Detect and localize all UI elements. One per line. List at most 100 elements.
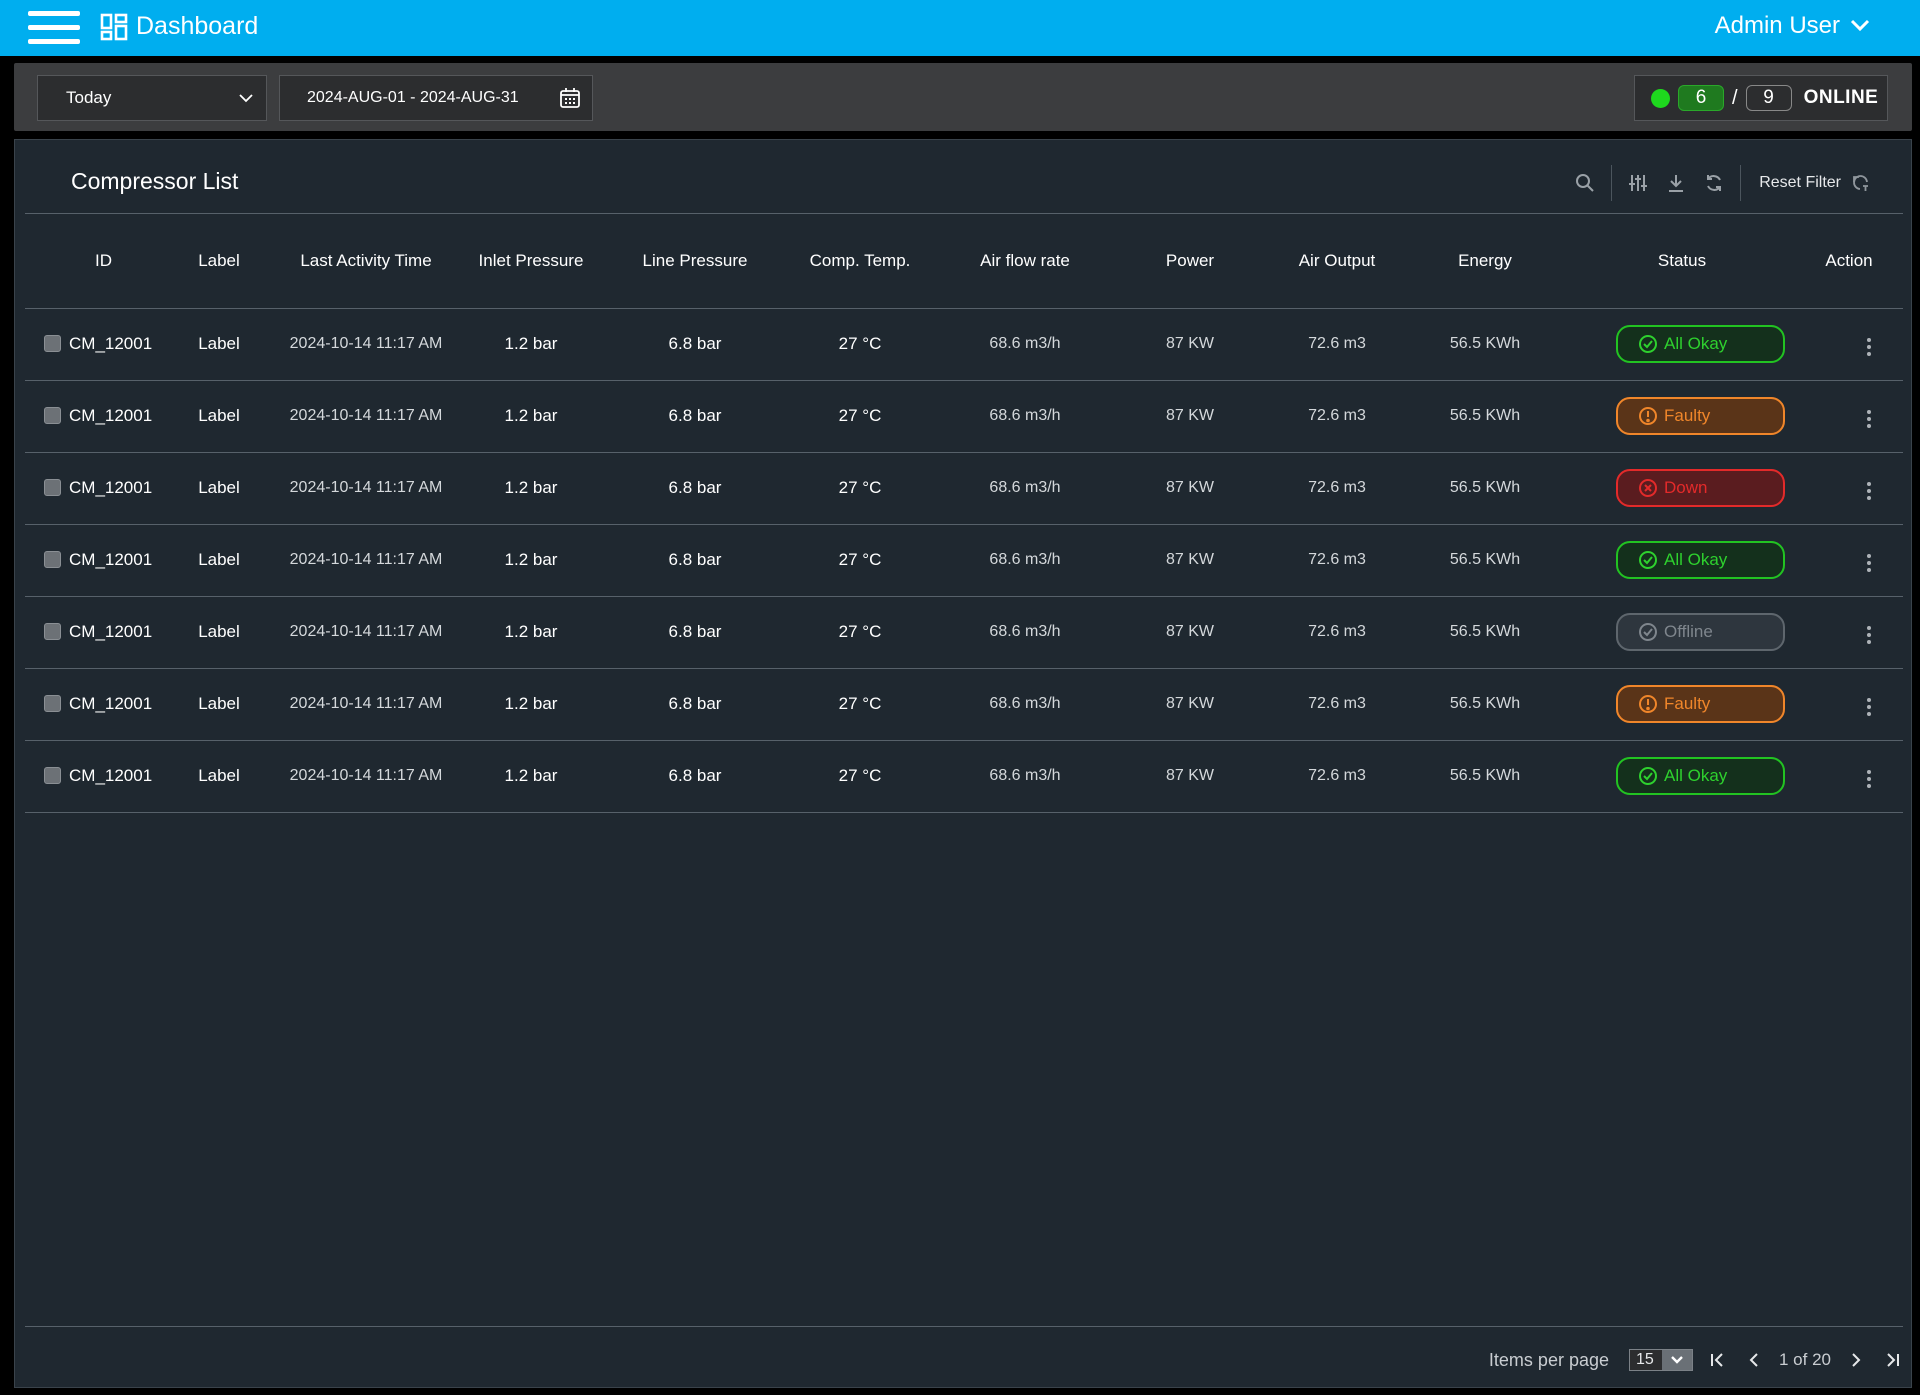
compressor-table: ID Label Last Activity Time Inlet Pressure L… [25, 214, 1903, 813]
cell-power: 87 KW [1107, 524, 1273, 597]
reset-filter-button[interactable]: Reset Filter [1759, 173, 1871, 193]
status-badge[interactable]: Offline [1616, 613, 1785, 651]
cell-air-flow-rate: 68.6 m3/h [943, 524, 1107, 597]
items-per-page-select[interactable]: 15 [1629, 1349, 1693, 1371]
row-checkbox[interactable] [44, 407, 61, 425]
cell-select [25, 452, 61, 525]
cell-comp-temp: 27 °C [777, 596, 943, 669]
cell-status: Faulty [1569, 380, 1795, 453]
cell-status: Faulty [1569, 668, 1795, 741]
table-row[interactable]: CM_12001 Label 2024-10-14 11:17 AM 1.2 bar 6… [25, 308, 1903, 381]
date-range-picker[interactable]: 2024-AUG-01 - 2024-AUG-31 [279, 75, 593, 121]
cell-inlet-pressure: 1.2 bar [449, 452, 613, 525]
items-per-page-label: Items per page [1488, 1349, 1609, 1370]
cell-status: Offline [1569, 596, 1795, 669]
cell-label: Label [155, 668, 283, 741]
period-select[interactable]: Today [37, 75, 267, 121]
cell-action [1795, 524, 1903, 597]
row-checkbox[interactable] [44, 551, 61, 569]
refresh-icon[interactable] [1702, 171, 1726, 195]
cell-action [1795, 740, 1903, 813]
calendar-icon[interactable] [558, 86, 582, 110]
cell-label: Label [155, 596, 283, 669]
row-checkbox[interactable] [44, 767, 61, 785]
cell-air-output: 72.6 m3 [1273, 740, 1401, 813]
check-circle-icon [1638, 766, 1658, 786]
panel-title: Compressor List [71, 168, 239, 194]
brand-title: Dashboard [136, 12, 259, 40]
row-checkbox[interactable] [44, 623, 61, 641]
table-row[interactable]: CM_12001 Label 2024-10-14 11:17 AM 1.2 bar 6… [25, 596, 1903, 669]
cell-id: CM_12001 [61, 452, 155, 525]
chevron-down-icon [1662, 1350, 1692, 1370]
cell-air-output: 72.6 m3 [1273, 452, 1401, 525]
cell-select [25, 308, 61, 381]
page-indicator: 1 of 20 [1779, 1350, 1831, 1369]
online-status: 6 / 9 ONLINE [1634, 75, 1888, 121]
menu-icon[interactable] [28, 11, 80, 45]
download-icon[interactable] [1664, 171, 1688, 195]
status-badge[interactable]: All Okay [1616, 757, 1785, 795]
column-settings-icon[interactable] [1626, 171, 1650, 195]
status-badge[interactable]: All Okay [1616, 325, 1785, 363]
user-menu[interactable]: Admin User [1715, 12, 1870, 40]
period-value: Today [66, 88, 112, 107]
next-page-icon[interactable] [1845, 1349, 1867, 1371]
cell-inlet-pressure: 1.2 bar [449, 524, 613, 597]
table-row[interactable]: CM_12001 Label 2024-10-14 11:17 AM 1.2 bar 6… [25, 452, 1903, 525]
cell-status: All Okay [1569, 524, 1795, 597]
row-checkbox[interactable] [44, 335, 61, 353]
status-badge[interactable]: All Okay [1616, 541, 1785, 579]
cell-last-activity-time: 2024-10-14 11:17 AM [283, 668, 449, 741]
search-icon[interactable] [1573, 171, 1597, 195]
more-options-icon[interactable] [1861, 550, 1877, 576]
count-separator: / [1732, 86, 1738, 109]
chevron-down-icon [1850, 19, 1870, 32]
cell-last-activity-time: 2024-10-14 11:17 AM [283, 380, 449, 453]
row-checkbox[interactable] [44, 695, 61, 713]
table-row[interactable]: CM_12001 Label 2024-10-14 11:17 AM 1.2 bar 6… [25, 740, 1903, 813]
cell-status: All Okay [1569, 740, 1795, 813]
previous-page-icon[interactable] [1743, 1349, 1765, 1371]
row-checkbox[interactable] [44, 479, 61, 497]
status-badge[interactable]: Down [1616, 469, 1785, 507]
last-page-icon[interactable] [1881, 1349, 1903, 1371]
cell-energy: 56.5 KWh [1401, 740, 1569, 813]
cell-last-activity-time: 2024-10-14 11:17 AM [283, 452, 449, 525]
cell-comp-temp: 27 °C [777, 524, 943, 597]
toolbar-divider [1740, 165, 1742, 201]
more-options-icon[interactable] [1861, 694, 1877, 720]
cell-power: 87 KW [1107, 380, 1273, 453]
header-line-pressure: Line Pressure [613, 214, 777, 309]
cell-air-flow-rate: 68.6 m3/h [943, 380, 1107, 453]
cell-inlet-pressure: 1.2 bar [449, 596, 613, 669]
cell-id: CM_12001 [61, 740, 155, 813]
cell-action [1795, 380, 1903, 453]
cell-air-output: 72.6 m3 [1273, 668, 1401, 741]
cell-line-pressure: 6.8 bar [613, 596, 777, 669]
dashboard-link[interactable]: Dashboard [100, 12, 258, 41]
table-row[interactable]: CM_12001 Label 2024-10-14 11:17 AM 1.2 bar 6… [25, 668, 1903, 741]
cell-air-output: 72.6 m3 [1273, 596, 1401, 669]
first-page-icon[interactable] [1707, 1349, 1729, 1371]
more-options-icon[interactable] [1861, 478, 1877, 504]
cell-select [25, 524, 61, 597]
cell-air-flow-rate: 68.6 m3/h [943, 740, 1107, 813]
more-options-icon[interactable] [1861, 766, 1877, 792]
more-options-icon[interactable] [1861, 334, 1877, 360]
cell-energy: 56.5 KWh [1401, 308, 1569, 381]
cell-status: Down [1569, 452, 1795, 525]
cell-energy: 56.5 KWh [1401, 596, 1569, 669]
status-badge[interactable]: Faulty [1616, 685, 1785, 723]
table-row[interactable]: CM_12001 Label 2024-10-14 11:17 AM 1.2 bar 6… [25, 524, 1903, 597]
cell-line-pressure: 6.8 bar [613, 380, 777, 453]
cell-label: Label [155, 452, 283, 525]
status-badge[interactable]: Faulty [1616, 397, 1785, 435]
cell-label: Label [155, 524, 283, 597]
more-options-icon[interactable] [1861, 622, 1877, 648]
cell-energy: 56.5 KWh [1401, 452, 1569, 525]
more-options-icon[interactable] [1861, 406, 1877, 432]
header-select [25, 214, 61, 309]
cell-select [25, 380, 61, 453]
table-row[interactable]: CM_12001 Label 2024-10-14 11:17 AM 1.2 bar 6… [25, 380, 1903, 453]
